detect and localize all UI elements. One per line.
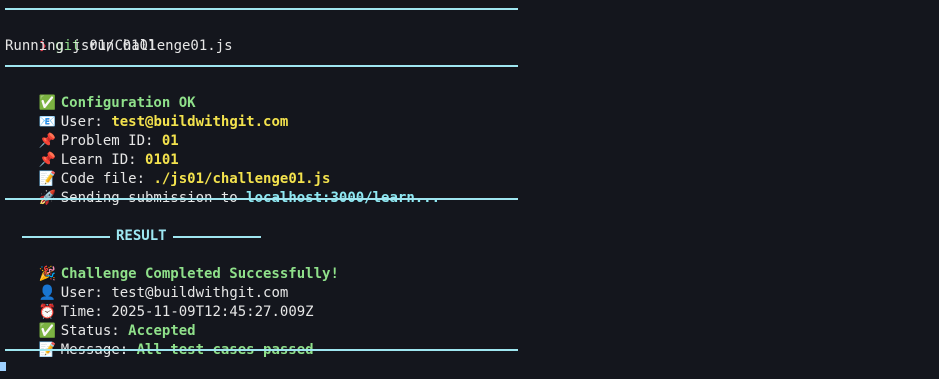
separator-line: [5, 349, 518, 351]
separator-line: [5, 65, 518, 67]
result-header-dash-left: [22, 235, 110, 238]
separator-line: [5, 8, 518, 10]
config-code-file-line: 📝 Code file: ./js01/challenge01.js: [5, 151, 331, 187]
config-problem-id-line: 📌 Problem ID: 01: [5, 113, 179, 149]
result-time-line: ⏰ Time: 2025-11-09T12:45:27.009Z: [5, 284, 314, 320]
config-user-line: 📧 User: test@buildwithgit.com: [5, 94, 289, 130]
config-ok-line: ✅ Configuration OK: [5, 75, 196, 111]
terminal-cursor: [0, 362, 6, 371]
result-user-line: 👤 User: test@buildwithgit.com: [5, 265, 289, 301]
result-header-dash-right: [172, 235, 261, 238]
terminal-window[interactable]: ❯ git run 0101 Running js01/Challenge01.j…: [0, 0, 939, 371]
sending-line: 🚀 Sending submission to localhost:3000/le…: [5, 170, 440, 206]
result-title: RESULT: [116, 228, 167, 244]
result-message-line: 📝 Message: All test cases passed: [5, 322, 314, 358]
result-completed-line: 🎉 Challenge Completed Successfully!: [5, 246, 339, 282]
result-status-line: ✅ Status: Accepted: [5, 303, 196, 339]
separator-line: [5, 198, 518, 200]
running-line: Running js01/Challenge01.js: [5, 38, 233, 54]
result-header: RESULT: [5, 227, 518, 246]
command-prompt-line: ❯ git run 0101: [5, 18, 157, 54]
config-learn-id-line: 📌 Learn ID: 0101: [5, 132, 179, 168]
